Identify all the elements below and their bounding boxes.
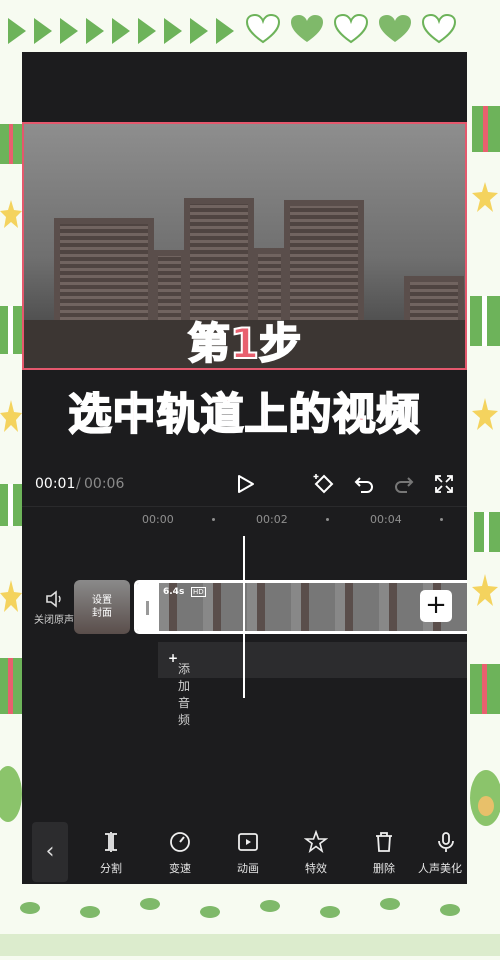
ruler-dot xyxy=(326,518,329,521)
decorative-top-border xyxy=(0,0,500,58)
ruler-dot xyxy=(212,518,215,521)
step-number-overlay: 第1步 xyxy=(187,318,302,369)
play-icon[interactable] xyxy=(233,472,257,496)
ruler-tick: 00:02 xyxy=(256,513,288,526)
animation-label: 动画 xyxy=(237,862,259,875)
gift-icon xyxy=(472,106,500,152)
split-label: 分割 xyxy=(100,862,122,875)
effects-icon xyxy=(304,830,328,854)
playhead[interactable] xyxy=(243,536,245,698)
heart-icon xyxy=(333,13,369,44)
effects-button[interactable]: 特效 xyxy=(286,830,346,876)
speed-button[interactable]: 变速 xyxy=(150,830,210,876)
effects-label: 特效 xyxy=(305,862,327,875)
fullscreen-icon[interactable] xyxy=(432,472,456,496)
clip-duration: 6.4s xyxy=(163,587,185,597)
time-separator: / xyxy=(76,476,81,492)
sprout-pattern xyxy=(0,898,500,956)
avocado-icon xyxy=(0,766,22,822)
voice-beautify-label: 人声美化 xyxy=(418,862,462,875)
ruler-tick: 00:00 xyxy=(142,513,174,526)
star-icon xyxy=(0,200,22,228)
total-time: 00:06 xyxy=(84,476,125,492)
heart-icon xyxy=(378,14,412,44)
avocado-icon xyxy=(470,770,500,826)
gift-icon xyxy=(0,484,22,526)
current-time: 00:01 xyxy=(35,476,76,492)
chevron-pattern xyxy=(8,18,240,44)
add-audio-label: 添加音频 xyxy=(178,662,191,727)
mute-label: 关闭原声 xyxy=(34,615,74,626)
gift-icon xyxy=(0,658,22,714)
redo-icon[interactable] xyxy=(392,472,416,496)
star-icon xyxy=(0,400,22,432)
speed-icon xyxy=(170,832,190,852)
hd-badge: HD xyxy=(191,587,206,597)
heart-icon xyxy=(290,14,324,44)
animation-button[interactable]: 动画 xyxy=(218,830,278,876)
ruler-tick: 00:04 xyxy=(370,513,402,526)
set-cover-button[interactable]: 设置 封面 xyxy=(74,580,130,634)
instruction-overlay: 选中轨道上的视频 xyxy=(68,389,421,441)
undo-icon[interactable] xyxy=(352,472,376,496)
heart-icon xyxy=(245,13,281,44)
split-button[interactable]: 分割 xyxy=(81,830,141,876)
delete-label: 删除 xyxy=(373,862,395,875)
heart-icon xyxy=(421,13,457,44)
gift-icon xyxy=(470,664,500,714)
speaker-icon xyxy=(46,590,61,608)
keyframe-icon[interactable] xyxy=(312,472,336,496)
chevron-left-icon: ‹ xyxy=(45,839,55,864)
gift-icon xyxy=(0,124,22,164)
animation-icon xyxy=(238,833,258,851)
add-clip-button[interactable]: + xyxy=(420,590,452,622)
ruler-dot xyxy=(440,518,443,521)
mute-original-sound-button[interactable]: 关闭原声 xyxy=(28,590,80,626)
bottom-toolbar: ‹ 分割 变速 动画 特效 删除 人声美化 xyxy=(22,818,467,884)
gift-icon xyxy=(470,296,500,346)
delete-button[interactable]: 删除 xyxy=(354,830,414,876)
speed-label: 变速 xyxy=(169,862,191,875)
add-audio-button[interactable]: + 添加音频 xyxy=(158,642,467,727)
clip-trim-handle[interactable] xyxy=(137,583,159,631)
back-button[interactable]: ‹ xyxy=(32,822,68,882)
star-icon xyxy=(472,574,498,606)
star-icon xyxy=(472,398,498,430)
playback-controls: 00:01 / 00:06 xyxy=(22,464,467,504)
decorative-bottom-border xyxy=(0,890,500,956)
voice-beautify-button[interactable]: 人声美化 xyxy=(418,830,467,876)
star-icon xyxy=(472,182,498,212)
video-clip-selected[interactable]: 6.4s HD xyxy=(134,580,467,634)
delete-icon xyxy=(376,832,392,852)
star-icon xyxy=(0,580,22,612)
gift-icon xyxy=(474,512,500,552)
video-editor-screen: 第1步 选中轨道上的视频 00:01 / 00:06 00:00 00:02 0… xyxy=(22,52,467,884)
split-icon xyxy=(105,832,117,852)
gift-icon xyxy=(0,306,22,354)
cover-label: 设置 封面 xyxy=(92,595,112,619)
voice-beautify-icon xyxy=(438,832,454,852)
heart-pattern xyxy=(245,13,457,44)
